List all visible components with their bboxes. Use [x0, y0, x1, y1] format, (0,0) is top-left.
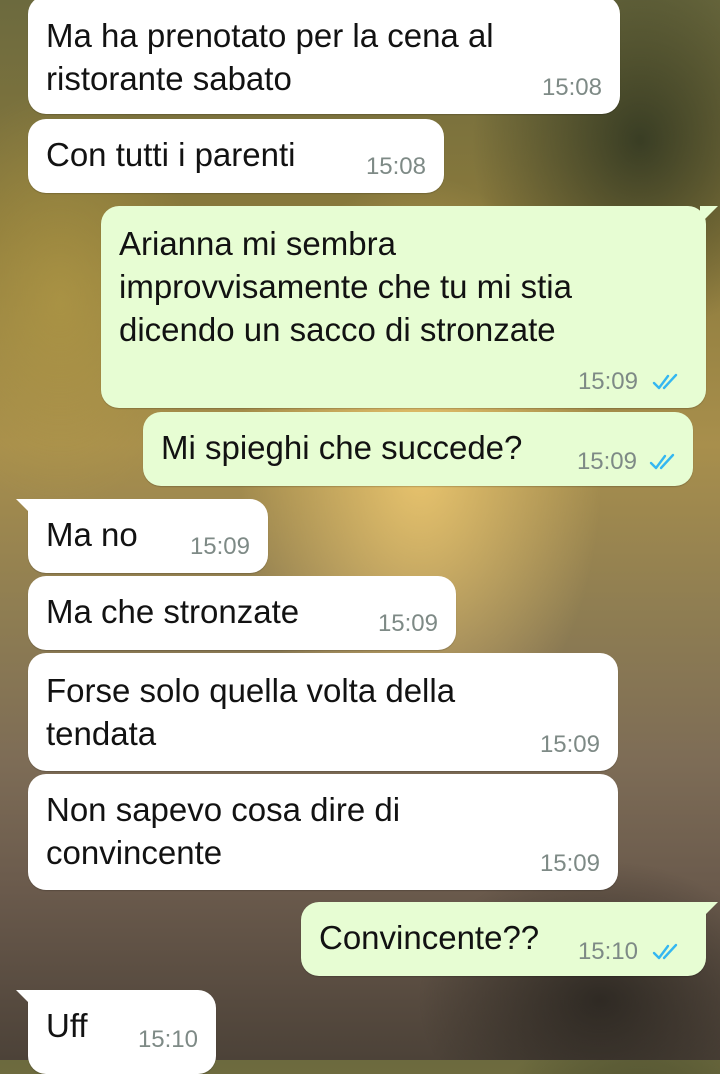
message-bubble-outgoing[interactable]: Mi spieghi che succede? 15:09 [143, 412, 693, 486]
read-double-check-icon [649, 453, 675, 470]
message-text: Arianna mi sembra improvvisamente che tu… [119, 225, 572, 348]
message-bubble-incoming[interactable]: Forse solo quella volta della tendata 15… [28, 653, 618, 771]
message-bubble-outgoing[interactable]: Convincente?? 15:10 [301, 902, 718, 976]
message-timestamp: 15:09 [539, 731, 600, 758]
message-bubble-incoming[interactable]: Ma no 15:09 [16, 499, 268, 573]
message-bubble-incoming[interactable]: Uff 15:10 [16, 990, 216, 1074]
message-timestamp: 15:09 [577, 368, 638, 395]
message-text: Con tutti i parenti [46, 136, 296, 173]
message-text: Non sapevo cosa dire di convincente [46, 791, 401, 871]
message-timestamp: 15:09 [539, 850, 600, 877]
chat-message-list[interactable]: Ma ha prenotato per la cena al ristorant… [0, 0, 720, 1074]
bubble-tail [700, 902, 718, 920]
message-text: Ma che stronzate [46, 593, 300, 630]
message-text: Convincente?? [319, 919, 540, 956]
message-bubble-incoming[interactable]: Ma che stronzate 15:09 [28, 576, 456, 650]
message-timestamp: 15:08 [365, 153, 426, 180]
message-text: Uff [46, 1007, 88, 1044]
message-bubble-incoming[interactable]: Con tutti i parenti 15:08 [28, 119, 444, 193]
message-timestamp: 15:10 [577, 938, 638, 965]
message-bubble-outgoing[interactable]: Arianna mi sembra improvvisamente che tu… [101, 206, 718, 408]
message-text: Ma ha prenotato per la cena al ristorant… [46, 17, 494, 97]
read-double-check-icon [652, 373, 678, 390]
message-bubble-incoming[interactable]: Ma ha prenotato per la cena al ristorant… [28, 0, 620, 114]
message-timestamp: 15:09 [576, 448, 637, 475]
message-text: Forse solo quella volta della tendata [46, 672, 456, 752]
message-timestamp: 15:08 [541, 74, 602, 101]
message-timestamp: 15:09 [377, 610, 438, 637]
bubble-tail [16, 499, 34, 517]
message-text: Ma no [46, 516, 138, 553]
read-double-check-icon [652, 943, 678, 960]
bubble-tail [16, 990, 34, 1008]
message-timestamp: 15:10 [137, 1026, 198, 1053]
message-text: Mi spieghi che succede? [161, 429, 523, 466]
bubble-tail [700, 206, 718, 224]
message-bubble-incoming[interactable]: Non sapevo cosa dire di convincente 15:0… [28, 774, 618, 890]
message-timestamp: 15:09 [189, 533, 250, 560]
